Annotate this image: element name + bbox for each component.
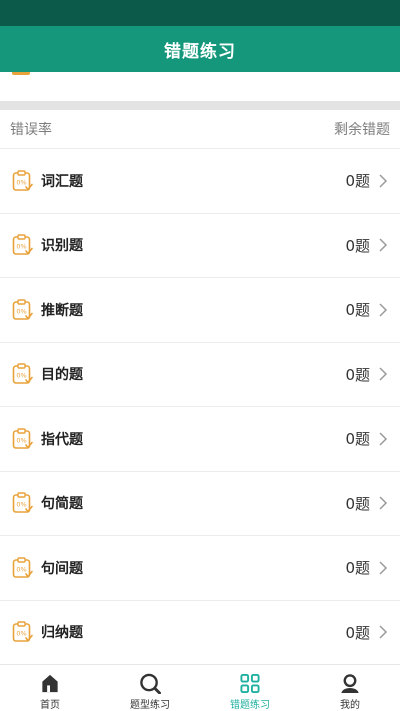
remaining-count: 0题: [345, 301, 370, 320]
clipboard-percent-icon: 0%: [12, 170, 33, 191]
clipboard-percent-icon: 0%: [12, 621, 33, 643]
scrolled-content-edge: [0, 72, 400, 101]
clipboard-percent-icon: 0%: [12, 557, 33, 578]
category-label: 句间题: [41, 560, 83, 577]
clipboard-percent-icon: 0%: [12, 363, 33, 385]
tab-question-types[interactable]: 题型练习: [100, 665, 200, 711]
user-icon: [341, 674, 359, 694]
rate-text: 0%: [16, 436, 26, 444]
error-rate-heading: 错误率: [10, 122, 52, 138]
category-label: 目的题: [41, 367, 83, 384]
rate-text: 0%: [16, 307, 26, 315]
tab-label: 错题练习: [230, 700, 270, 711]
tab-label: 我的: [340, 700, 360, 711]
list-item[interactable]: 0% 句简题 0题: [0, 472, 400, 536]
remaining-heading: 剩余错题: [334, 122, 390, 138]
accent-peek: [12, 72, 30, 75]
rate-text: 0%: [16, 501, 26, 509]
rate-text: 0%: [16, 372, 26, 380]
rate-text: 0%: [16, 243, 26, 251]
category-label: 句简题: [41, 496, 83, 513]
remaining-count: 0题: [345, 365, 370, 384]
header: 错题练习: [0, 26, 400, 72]
rate-text: 0%: [16, 178, 26, 186]
tab-label: 首页: [40, 700, 60, 711]
tab-mine[interactable]: 我的: [300, 665, 400, 711]
home-icon: [42, 674, 58, 693]
remaining-count: 0题: [345, 172, 370, 191]
section-divider: [0, 101, 400, 110]
chevron-right-icon: [379, 367, 388, 381]
clipboard-percent-icon: 0%: [12, 299, 33, 320]
remaining-count: 0题: [345, 430, 370, 449]
category-label: 归纳题: [41, 625, 83, 642]
list-item[interactable]: 0% 词汇题 0题: [0, 149, 400, 214]
list-item[interactable]: 0% 归纳题 0题: [0, 601, 400, 665]
page-title: 错题练习: [164, 41, 236, 62]
list-header: 错误率 剩余错题: [0, 110, 400, 149]
remaining-count: 0题: [345, 236, 370, 255]
search-icon: [140, 673, 161, 694]
chevron-right-icon: [379, 238, 388, 252]
category-label: 识别题: [41, 238, 83, 255]
chevron-right-icon: [379, 303, 388, 317]
bottom-tab-bar: 首页 题型练习 错题练习 我的: [0, 664, 400, 711]
rate-text: 0%: [16, 565, 26, 573]
clipboard-percent-icon: 0%: [12, 428, 33, 449]
category-list: 0% 词汇题 0题 0% 识别题 0题 0% 推断题 0题 0% 目的题 0题 0% 指代题 0题 0% 句简题…: [0, 149, 400, 665]
status-bar: [0, 0, 400, 26]
chevron-right-icon: [379, 561, 388, 575]
chevron-right-icon: [379, 432, 388, 446]
category-label: 推断题: [41, 302, 83, 319]
list-item[interactable]: 0% 目的题 0题: [0, 343, 400, 407]
grid-icon: [240, 673, 260, 694]
chevron-right-icon: [379, 174, 388, 188]
remaining-count: 0题: [345, 494, 370, 513]
chevron-right-icon: [379, 625, 388, 639]
tab-wrong-practice[interactable]: 错题练习: [200, 665, 300, 711]
list-item[interactable]: 0% 推断题 0题: [0, 278, 400, 343]
tab-home[interactable]: 首页: [0, 665, 100, 711]
remaining-count: 0题: [345, 559, 370, 578]
list-item[interactable]: 0% 指代题 0题: [0, 407, 400, 472]
category-label: 指代题: [41, 431, 83, 448]
clipboard-percent-icon: 0%: [12, 492, 33, 514]
list-item[interactable]: 0% 句间题 0题: [0, 536, 400, 601]
category-label: 词汇题: [41, 173, 83, 190]
remaining-count: 0题: [345, 623, 370, 642]
clipboard-percent-icon: 0%: [12, 234, 33, 256]
tab-label: 题型练习: [130, 700, 170, 711]
chevron-right-icon: [379, 496, 388, 510]
rate-text: 0%: [16, 630, 26, 638]
list-item[interactable]: 0% 识别题 0题: [0, 214, 400, 278]
